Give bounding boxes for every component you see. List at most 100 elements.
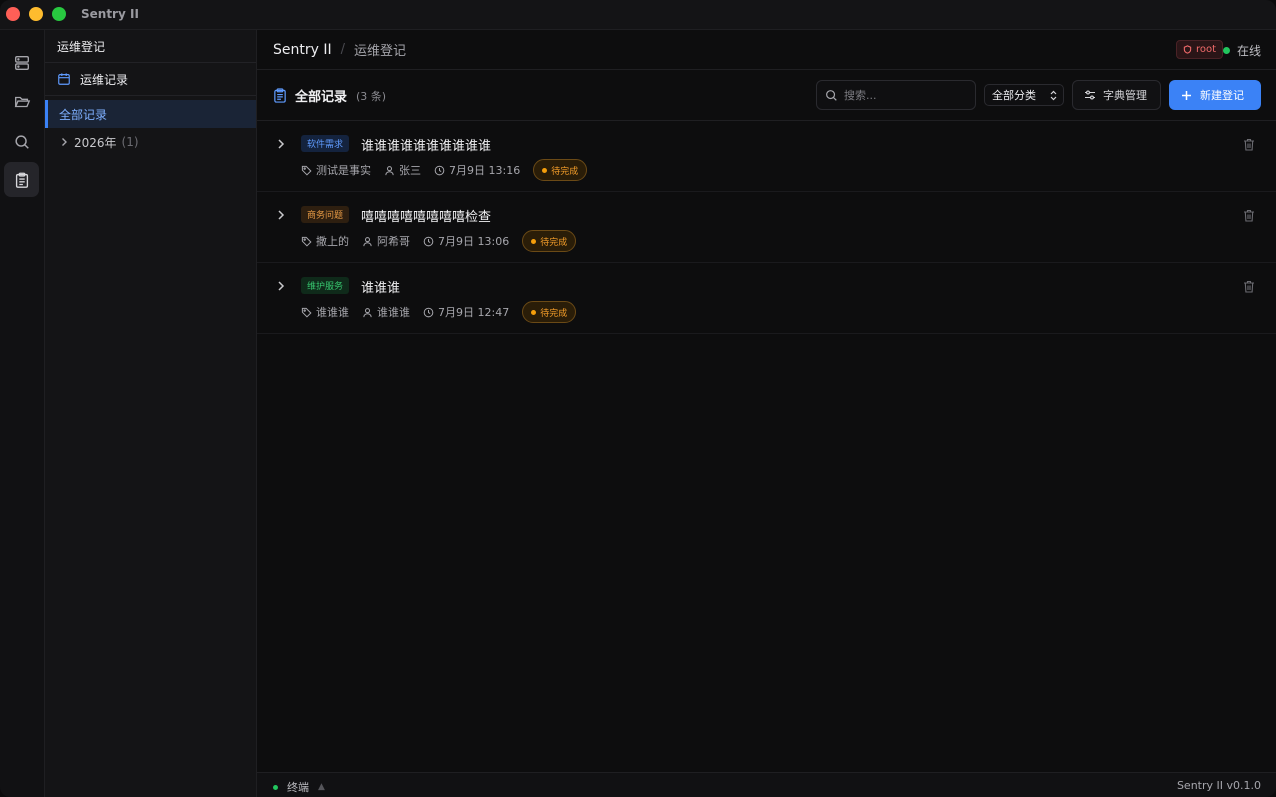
record-user: 阿希哥 <box>362 233 410 249</box>
list-title-label: 全部记录 <box>295 90 348 105</box>
trash-icon[interactable] <box>1243 280 1255 293</box>
record-meta: 测试是事实 张三 7月9日 13:16 待完成 <box>301 159 588 181</box>
clock-icon <box>423 307 434 317</box>
record-tag-label: 撒上的 <box>316 235 349 248</box>
record-user-label: 谁谁谁 <box>377 306 410 319</box>
record-user-label: 阿希哥 <box>377 235 410 248</box>
record-count: (3 条) <box>356 89 387 103</box>
app-window: Sentry II 运维登记 运维记录 全部记录 2026年 (1) Sentr… <box>0 0 1276 797</box>
sidebar: 运维登记 运维记录 全部记录 2026年 (1) <box>45 30 257 797</box>
status-label: 待完成 <box>540 237 568 248</box>
user-icon <box>385 165 394 175</box>
trash-icon[interactable] <box>1243 138 1255 151</box>
folder-open-icon <box>14 96 30 107</box>
breadcrumb-separator: / <box>340 42 346 57</box>
sliders-icon <box>1085 90 1095 100</box>
status-bar: 终端 ▲ Sentry II v0.1.0 <box>257 772 1276 797</box>
close-window-button[interactable] <box>6 7 20 21</box>
record-time: 7月9日 12:47 <box>423 304 509 320</box>
record-time: 7月9日 13:06 <box>423 233 509 249</box>
record-tag-label: 谁谁谁 <box>316 306 349 319</box>
dictionary-button[interactable]: 字典管理 <box>1072 80 1161 110</box>
record-time-label: 7月9日 13:06 <box>438 235 510 248</box>
breadcrumb-app[interactable]: Sentry II <box>273 42 332 58</box>
rail-search-button[interactable] <box>4 124 39 159</box>
record-tag-label: 测试是事实 <box>316 164 371 177</box>
server-icon <box>14 55 29 70</box>
terminal-status-dot <box>273 784 278 790</box>
record-tag: 谁谁谁 <box>301 304 349 320</box>
user-badge-label: root <box>1195 44 1216 55</box>
online-dot <box>1222 47 1230 54</box>
record-title[interactable]: 谁谁谁 <box>361 277 400 296</box>
tag-icon <box>301 165 312 176</box>
connection-status: 在线 <box>1222 42 1261 59</box>
shield-icon <box>1183 45 1192 54</box>
sidebar-item-all-records[interactable]: 全部记录 <box>45 100 256 128</box>
record-row[interactable]: 维护服务 谁谁谁 谁谁谁 谁谁谁 7月9日 12:47 待完成 <box>257 263 1276 334</box>
record-title[interactable]: 嘻嘻嘻嘻嘻嘻嘻嘻检查 <box>361 206 491 225</box>
status-badge: 待完成 <box>533 159 588 181</box>
category-select[interactable]: 全部分类 <box>984 84 1064 106</box>
record-user: 谁谁谁 <box>362 304 410 320</box>
main-panel: Sentry II / 运维登记 root 在线 全部记录 (3 条) 搜索..… <box>257 30 1276 797</box>
rail-files-button[interactable] <box>4 84 39 119</box>
sidebar-item-label: 全部记录 <box>59 107 108 122</box>
status-label: 待完成 <box>551 166 579 177</box>
terminal-toggle[interactable]: 终端 ▲ <box>273 779 325 795</box>
record-title[interactable]: 谁谁谁谁谁谁谁谁谁谁 <box>361 135 491 154</box>
search-input[interactable] <box>844 88 964 102</box>
record-user-label: 张三 <box>399 164 421 177</box>
tag-icon <box>301 307 312 318</box>
new-record-button[interactable]: 新建登记 <box>1169 80 1261 110</box>
window-title: Sentry II <box>81 7 139 21</box>
sidebar-header: 运维登记 <box>45 30 256 63</box>
trash-icon[interactable] <box>1243 209 1255 222</box>
terminal-label: 终端 <box>287 781 309 794</box>
search-icon <box>826 89 837 101</box>
chevron-right-icon[interactable] <box>276 280 286 292</box>
record-tag: 撒上的 <box>301 233 349 249</box>
rail-records-button[interactable] <box>4 162 39 197</box>
sidebar-section-label: 运维记录 <box>80 72 129 87</box>
record-list: 软件需求 谁谁谁谁谁谁谁谁谁谁 测试是事实 张三 7月9日 13:16 待完成 … <box>257 121 1276 334</box>
new-record-button-label: 新建登记 <box>1200 89 1244 102</box>
maximize-window-button[interactable] <box>52 7 66 21</box>
search-icon <box>14 134 29 149</box>
clipboard-icon <box>274 88 286 103</box>
record-time-label: 7月9日 13:16 <box>449 164 521 177</box>
category-badge: 商务问题 <box>301 206 350 223</box>
calendar-icon <box>58 73 70 85</box>
rail-servers-button[interactable] <box>4 45 39 80</box>
app-version: Sentry II v0.1.0 <box>1176 779 1261 792</box>
tag-icon <box>301 236 312 247</box>
sidebar-section-records[interactable]: 运维记录 <box>45 63 256 96</box>
chevron-right-icon[interactable] <box>276 138 286 150</box>
user-icon <box>363 236 372 246</box>
title-bar: Sentry II <box>0 0 1276 30</box>
list-title: 全部记录 (3 条) <box>273 86 386 105</box>
category-badge: 软件需求 <box>301 135 350 152</box>
clock-icon <box>434 165 445 175</box>
caret-up-icon: ▲ <box>318 782 325 792</box>
minimize-window-button[interactable] <box>29 7 43 21</box>
year-count: (1) <box>121 135 139 149</box>
category-select-value: 全部分类 <box>992 89 1036 102</box>
user-badge: root <box>1175 40 1223 59</box>
user-icon <box>363 307 372 317</box>
breadcrumb: Sentry II / 运维登记 root 在线 <box>257 30 1276 70</box>
record-meta: 撒上的 阿希哥 7月9日 13:06 待完成 <box>301 230 577 252</box>
record-row[interactable]: 软件需求 谁谁谁谁谁谁谁谁谁谁 测试是事实 张三 7月9日 13:16 待完成 <box>257 121 1276 192</box>
status-badge: 待完成 <box>522 230 577 252</box>
search-box <box>816 80 976 110</box>
record-meta: 谁谁谁 谁谁谁 7月9日 12:47 待完成 <box>301 301 577 323</box>
chevron-right-icon[interactable] <box>276 209 286 221</box>
plus-icon <box>1182 90 1191 100</box>
sidebar-item-year[interactable]: 2026年 (1) <box>45 128 256 156</box>
record-row[interactable]: 商务问题 嘻嘻嘻嘻嘻嘻嘻嘻检查 撒上的 阿希哥 7月9日 13:06 待完成 <box>257 192 1276 263</box>
chevron-right-icon <box>62 138 67 146</box>
connection-status-label: 在线 <box>1236 44 1261 58</box>
status-dot <box>531 309 537 315</box>
status-dot <box>531 238 537 244</box>
chevron-up-down-icon <box>1050 90 1057 101</box>
